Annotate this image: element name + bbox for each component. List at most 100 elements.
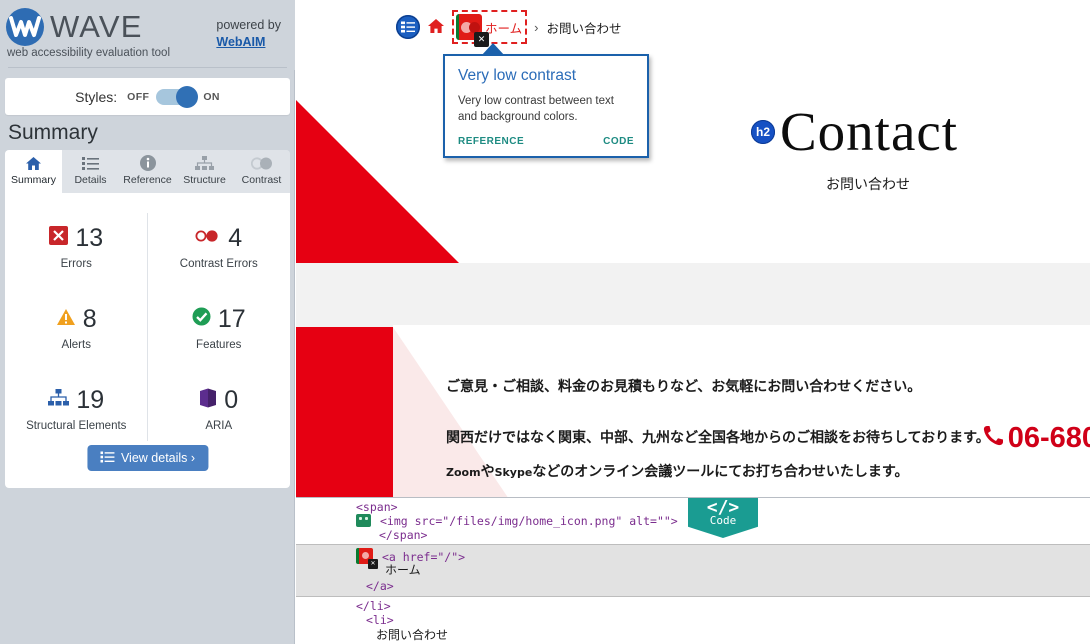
wave-logo: WAVE (6, 8, 143, 46)
stat-aria-label: ARIA (205, 419, 233, 432)
tab-reference[interactable]: Reference (119, 150, 176, 193)
contrast-error-icon[interactable]: ✕ (356, 548, 378, 569)
phone-number-text: 06-680 (1007, 422, 1090, 454)
contrast-circle-dark (469, 21, 480, 33)
paragraph-2: 関西だけではなく関東、中部、九州など全国各地からのご相談をお待ちしております。 (446, 430, 990, 447)
tab-contrast-label: Contrast (241, 174, 282, 186)
code-line-text: </li> (356, 599, 391, 613)
tooltip-reference-link[interactable]: REFERENCE (458, 136, 524, 147)
paragraph-1: ご意見・ご相談、料金のお見積もりなど、お気軽にお問い合わせください。 (446, 379, 922, 395)
h2-badge-icon: h2 (751, 119, 775, 144)
styles-toggle-knob (176, 85, 199, 108)
breadcrumb-separator: › (534, 19, 539, 35)
code-line: ✕ <a href="/"> (296, 548, 1090, 569)
summary-heading: Summary (8, 121, 98, 144)
tab-details[interactable]: Details (62, 150, 119, 193)
aria-cube-icon (199, 388, 217, 413)
grey-band-decoration (296, 263, 1090, 327)
stat-alerts[interactable]: 8 Alerts (5, 288, 148, 369)
stat-contrast-errors[interactable]: 4 Contrast Errors (148, 207, 291, 288)
paragraph-3-ya: や (480, 463, 495, 480)
error-x-icon (49, 226, 69, 250)
code-line-text: </a> (366, 579, 394, 593)
code-line-text: ホーム (385, 563, 421, 577)
content-card: ご意見・ご相談、料金のお見積もりなど、お気軽にお問い合わせください。 関西だけで… (393, 325, 1090, 497)
content-paragraphs: ご意見・ご相談、料金のお見積もりなど、お気軽にお問い合わせください。 関西だけで… (446, 379, 990, 480)
paragraph-3-rest: などのオンライン会議ツールにてお打ち合わせいたします。 (532, 463, 909, 480)
contrast-circle-light (362, 552, 369, 559)
stat-aria-value: 0 (224, 385, 239, 414)
sidebar-tabs: Summary Details Reference Structure Cont… (5, 150, 290, 193)
stat-aria[interactable]: 0 ARIA (148, 369, 291, 450)
paragraph-3-zoom: Zoom (446, 465, 481, 479)
stat-errors-value: 13 (75, 223, 104, 252)
structure-icon (48, 389, 70, 411)
stat-contrast-errors-value: 4 (228, 223, 243, 252)
phone-icon (982, 422, 1005, 455)
stat-features[interactable]: 17 Features (148, 288, 291, 369)
paragraph-3: ZoomやSkypeなどのオンライン会議ツールにてお打ち合わせいたします。 (446, 463, 990, 480)
wave-header: WAVE web accessibility evaluation tool p… (0, 0, 295, 70)
check-icon (192, 307, 211, 331)
styles-toggle-card: Styles: OFF ON (5, 78, 290, 115)
close-icon[interactable]: ✕ (368, 559, 378, 569)
page-heading-row: h2 Contact (751, 104, 958, 159)
image-icon[interactable] (356, 514, 371, 527)
page-title: Contact (780, 101, 959, 162)
stat-contrast-errors-label: Contrast Errors (179, 257, 258, 270)
tab-details-label: Details (74, 174, 107, 186)
tooltip-body: Very low contrast between text and backg… (458, 95, 614, 123)
tab-structure-label: Structure (183, 174, 226, 186)
contrast-error-tooltip: Very low contrast Very low contrast betw… (443, 43, 649, 159)
stat-structural-elements-value: 19 (76, 385, 105, 414)
tab-contrast[interactable]: Contrast (233, 150, 290, 193)
view-details-button[interactable]: View details › (86, 445, 209, 471)
stat-errors-label: Errors (60, 257, 92, 270)
contrast-icon (195, 229, 221, 248)
wave-logo-icon (6, 8, 44, 46)
webaim-link[interactable]: WebAIM (216, 35, 265, 49)
stat-structural-elements[interactable]: 19 Structural Elements (5, 369, 148, 450)
structure-icon (195, 154, 214, 172)
wave-tagline: web accessibility evaluation tool (7, 47, 171, 59)
styles-toggle-switch[interactable] (156, 85, 199, 108)
tab-summary[interactable]: Summary (5, 150, 62, 193)
contrast-error-icon[interactable]: ✕ (456, 14, 489, 47)
tab-summary-label: Summary (11, 174, 56, 186)
breadcrumb: ✕ ホーム › お問い合わせ (396, 10, 622, 47)
styles-on-label: ON (203, 90, 220, 103)
code-highlighted-block[interactable]: ✕ <a href="/"> ホーム </a> (296, 544, 1090, 597)
code-line-text: </span> (379, 528, 428, 542)
styles-label: Styles: (75, 88, 118, 105)
tab-structure[interactable]: Structure (176, 150, 233, 193)
code-line-text: <img src="/files/img/home_icon.png" alt=… (380, 514, 678, 528)
wave-sidebar: WAVE web accessibility evaluation tool p… (0, 0, 295, 644)
tooltip-code-link[interactable]: CODE (603, 136, 634, 147)
breadcrumb-current: お問い合わせ (546, 20, 622, 36)
styles-off-label: OFF (127, 90, 150, 103)
stat-errors[interactable]: 13 Errors (5, 207, 148, 288)
wave-logo-text: WAVE (50, 9, 143, 44)
breadcrumb-home-label[interactable]: ホーム (485, 18, 522, 37)
code-tab-label: Code (709, 514, 737, 527)
phone-number[interactable]: 06-680 (982, 422, 1090, 455)
code-line-text: <span> (356, 500, 398, 514)
header-divider (8, 67, 287, 68)
contrast-error-marker[interactable]: ✕ ホーム (452, 10, 528, 47)
wave-evaluation-window: WAVE web accessibility evaluation tool p… (0, 0, 1090, 644)
code-line: お問い合わせ (296, 627, 1090, 644)
structure-icon[interactable] (396, 15, 420, 39)
home-icon[interactable] (427, 18, 445, 36)
code-line: </li> (296, 599, 1090, 613)
code-panel: </> Code <span> <img src="/files/img/hom… (296, 497, 1090, 644)
tooltip-title: Very low contrast (458, 67, 577, 84)
list-icon (99, 451, 114, 466)
tab-reference-label: Reference (123, 174, 172, 186)
info-icon (139, 154, 156, 172)
code-line: </a> (296, 579, 1090, 593)
paragraph-3-skype: Skype (494, 465, 533, 479)
tooltip-arrow (481, 43, 505, 56)
summary-stats-panel: 13 Errors 4 Contrast Errors 8 Alerts 17 … (5, 193, 290, 488)
code-line: <li> (296, 613, 1090, 627)
contrast-icon (250, 154, 273, 172)
